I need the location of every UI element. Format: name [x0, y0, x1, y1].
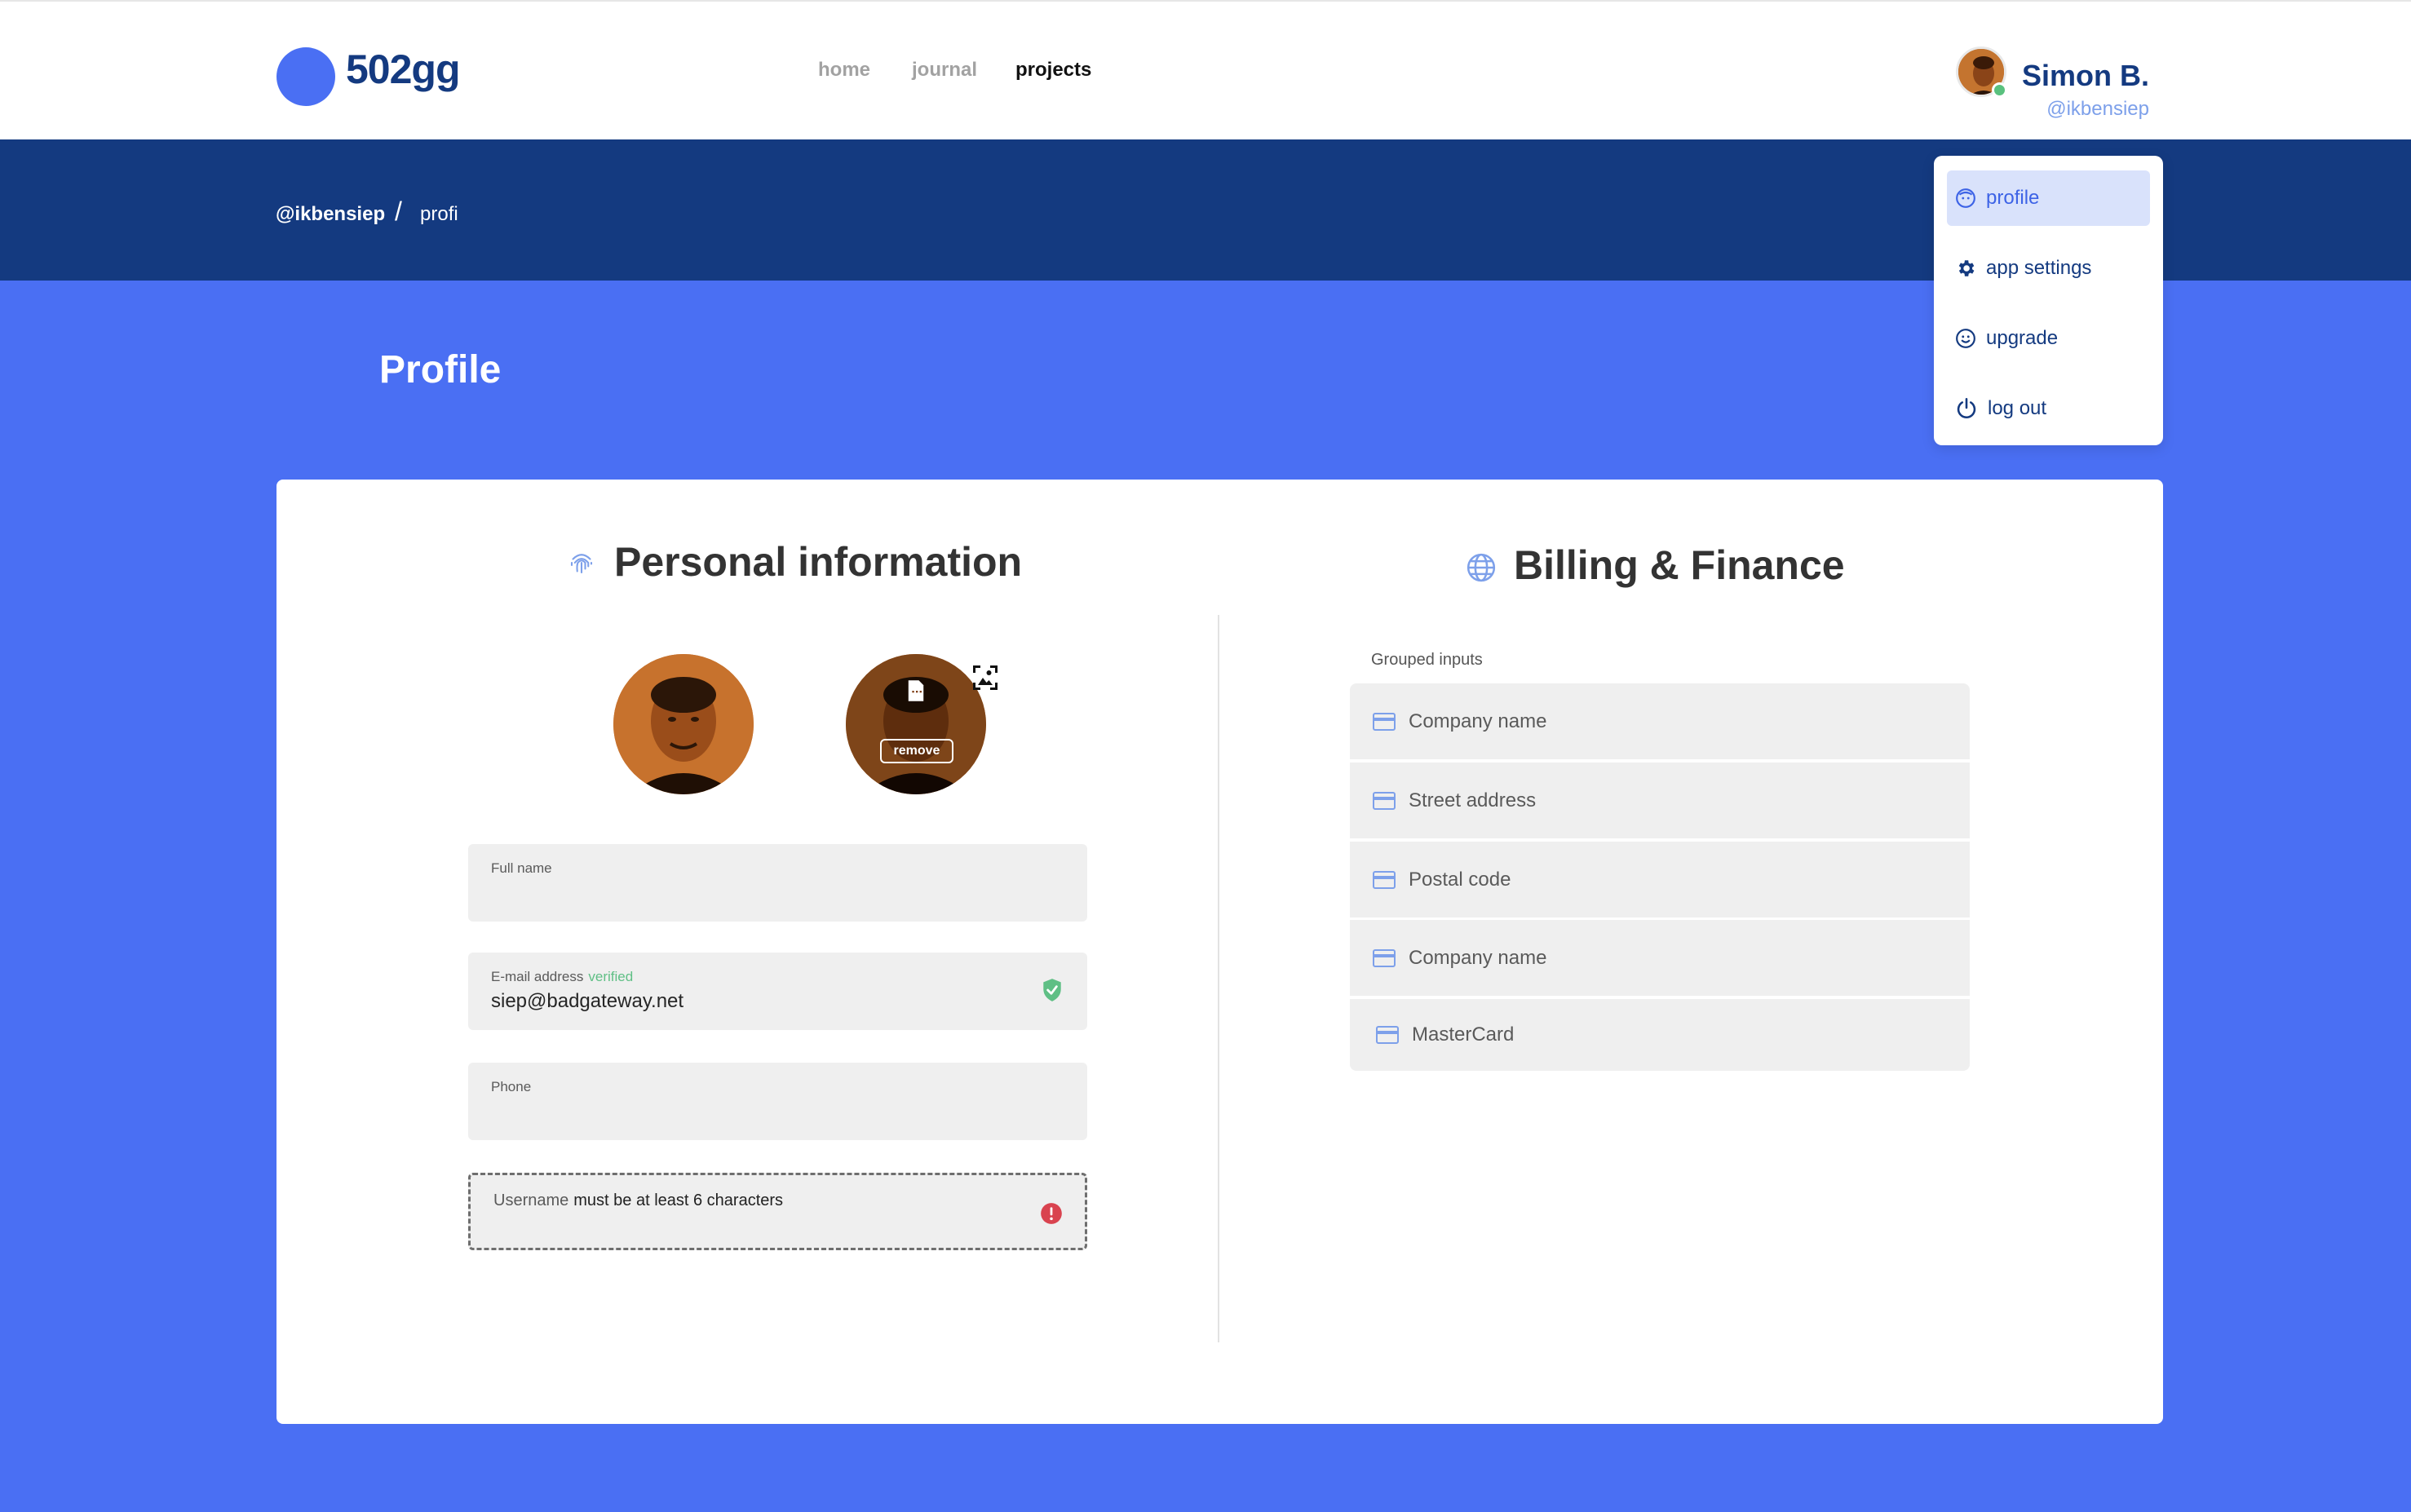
user-name[interactable]: Simon B.	[2022, 59, 2149, 93]
company-name-2-placeholder: Company name	[1409, 946, 1547, 969]
company-name-2-input[interactable]: Company name	[1350, 920, 1970, 996]
phone-label: Phone	[491, 1079, 532, 1094]
avatar-current	[613, 654, 754, 794]
email-verified-badge: verified	[588, 969, 634, 984]
grouped-inputs-label: Grouped inputs	[1371, 651, 1483, 669]
avatar-photo-icon	[846, 654, 986, 794]
username-label: Username must be at least 6 characters	[493, 1191, 783, 1210]
card-icon	[1373, 870, 1396, 889]
mastercard-placeholder: MasterCard	[1412, 1023, 1515, 1046]
email-label: E-mail address verified	[491, 969, 633, 985]
menu-item-log-out-label: log out	[1988, 397, 2047, 419]
nav-projects[interactable]: projects	[1015, 59, 1091, 82]
personal-info-title: Personal information	[614, 539, 1023, 585]
user-dropdown-menu: profile app settings upgrade log out	[1934, 156, 2163, 445]
top-header: 502gg home journal projects Simon B. @ik…	[0, 0, 2411, 139]
menu-item-upgrade-label: upgrade	[1986, 327, 2059, 349]
user-handle: @ikbensiep	[2046, 98, 2149, 120]
company-name-input[interactable]: Company name	[1350, 683, 1970, 759]
full-name-label: Full name	[491, 860, 552, 876]
nav-home[interactable]: home	[818, 59, 870, 82]
username-field[interactable]: Username must be at least 6 characters	[468, 1173, 1087, 1250]
logo-text[interactable]: 502gg	[346, 46, 461, 93]
face-icon	[1956, 188, 1975, 208]
email-label-text: E-mail address	[491, 969, 584, 984]
company-name-placeholder: Company name	[1409, 710, 1547, 732]
menu-item-log-out[interactable]: log out	[1947, 381, 2150, 436]
phone-field[interactable]: Phone	[468, 1063, 1087, 1140]
fingerprint-icon	[570, 554, 593, 574]
street-address-input[interactable]: Street address	[1350, 763, 1970, 838]
file-icon[interactable]	[905, 679, 927, 703]
card-icon	[1373, 712, 1396, 731]
breadcrumb-current: profi	[420, 203, 458, 225]
menu-item-upgrade[interactable]: upgrade	[1947, 311, 2150, 366]
menu-item-app-settings-label: app settings	[1986, 257, 2092, 279]
street-address-placeholder: Street address	[1409, 789, 1537, 811]
profile-card: Personal information remove Full name E-…	[276, 480, 2163, 1424]
page-title: Profile	[379, 348, 502, 391]
postal-code-input[interactable]: Postal code	[1350, 842, 1970, 917]
username-input[interactable]	[493, 1213, 1048, 1236]
error-icon	[1041, 1203, 1062, 1224]
menu-item-profile-label: profile	[1986, 187, 2040, 209]
power-icon	[1957, 398, 1976, 419]
billing-title: Billing & Finance	[1514, 542, 1845, 588]
gear-icon	[1958, 260, 1975, 276]
menu-item-app-settings[interactable]: app settings	[1947, 241, 2150, 296]
breadcrumb-separator: /	[395, 197, 402, 226]
card-icon	[1376, 1026, 1399, 1044]
postal-code-placeholder: Postal code	[1409, 868, 1511, 891]
card-icon	[1373, 791, 1396, 810]
verified-shield-icon	[1043, 979, 1061, 1001]
mastercard-input[interactable]: MasterCard	[1350, 999, 1970, 1071]
breadcrumb-user[interactable]: @ikbensiep	[276, 203, 385, 226]
remove-avatar-button[interactable]: remove	[880, 739, 953, 763]
email-input[interactable]	[491, 990, 1046, 1013]
avatar-edit[interactable]	[846, 654, 986, 794]
full-name-input[interactable]	[491, 882, 1046, 904]
online-status-dot	[1992, 82, 2007, 98]
full-name-field[interactable]: Full name	[468, 844, 1087, 922]
column-divider	[1218, 615, 1219, 1342]
globe-icon	[1467, 553, 1496, 582]
logo-mark[interactable]	[276, 47, 335, 106]
phone-input[interactable]	[491, 1100, 1046, 1123]
email-field[interactable]: E-mail address verified	[468, 953, 1087, 1030]
smiley-icon	[1956, 329, 1975, 348]
username-error-message: must be at least 6 characters	[573, 1191, 784, 1209]
image-upload-icon[interactable]	[971, 663, 1000, 692]
menu-item-profile[interactable]: profile	[1947, 170, 2150, 226]
username-label-text: Username	[493, 1191, 569, 1209]
avatar-photo-icon	[613, 654, 754, 794]
nav-journal[interactable]: journal	[912, 59, 977, 82]
card-icon	[1373, 948, 1396, 967]
